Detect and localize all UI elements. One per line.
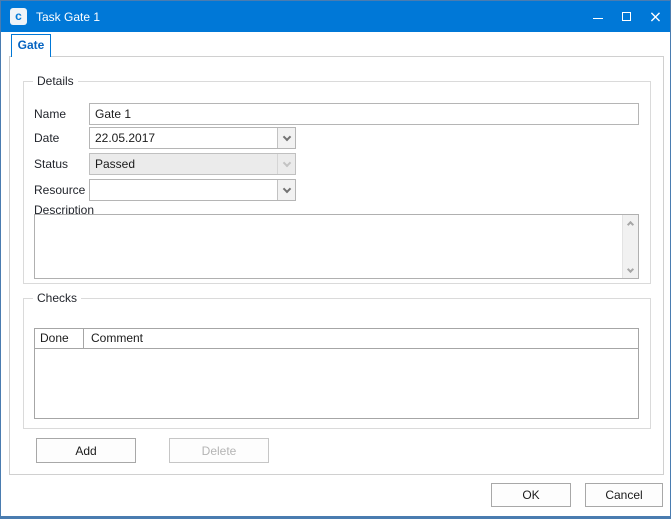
status-value: Passed (90, 154, 277, 174)
minimize-button[interactable] (583, 1, 612, 32)
minimize-icon (593, 18, 603, 19)
date-label: Date (34, 131, 59, 145)
description-scrollbar[interactable] (622, 215, 638, 278)
resource-combobox[interactable] (89, 179, 296, 201)
checks-group-label: Checks (33, 291, 81, 305)
details-group-label: Details (33, 74, 78, 88)
checks-table-header: Done Comment (35, 329, 638, 349)
resource-value (90, 180, 277, 200)
window-title: Task Gate 1 (36, 10, 100, 24)
checks-group: Checks Done Comment (23, 298, 651, 429)
column-header-comment[interactable]: Comment (84, 329, 638, 348)
tab-panel: Details Name Date 22.05.2017 Status Pass… (9, 56, 664, 475)
details-group: Details Name Date 22.05.2017 Status Pass… (23, 81, 651, 284)
name-label: Name (34, 107, 66, 121)
status-dropdown-button[interactable] (277, 154, 295, 174)
name-input[interactable] (89, 103, 639, 125)
close-button[interactable]: × (641, 1, 670, 32)
status-label: Status (34, 157, 68, 171)
cancel-button[interactable]: Cancel (585, 483, 663, 507)
window-controls: × (583, 1, 670, 32)
checks-table-body[interactable] (35, 350, 638, 418)
ok-button[interactable]: OK (491, 483, 571, 507)
chevron-down-icon (627, 265, 634, 272)
tab-gate[interactable]: Gate (11, 34, 51, 57)
date-combobox[interactable]: 22.05.2017 (89, 127, 296, 149)
dialog-window: c Task Gate 1 × Gate Details Name Date 2… (0, 0, 671, 519)
delete-button[interactable]: Delete (169, 438, 269, 463)
status-combobox[interactable]: Passed (89, 153, 296, 175)
date-dropdown-button[interactable] (277, 128, 295, 148)
description-field (34, 214, 639, 279)
chevron-up-icon (627, 220, 634, 227)
add-button[interactable]: Add (36, 438, 136, 463)
maximize-button[interactable] (612, 1, 641, 32)
scroll-down-button[interactable] (623, 263, 638, 278)
column-header-done[interactable]: Done (35, 329, 84, 348)
resource-label: Resource (34, 183, 85, 197)
description-textarea[interactable] (35, 215, 622, 278)
resource-dropdown-button[interactable] (277, 180, 295, 200)
chevron-down-icon (282, 158, 290, 166)
app-icon: c (10, 8, 27, 25)
date-value: 22.05.2017 (90, 128, 277, 148)
chevron-down-icon (282, 132, 290, 140)
close-icon: × (649, 9, 662, 25)
title-bar: c Task Gate 1 × (1, 1, 670, 32)
maximize-icon (622, 12, 631, 21)
chevron-down-icon (282, 184, 290, 192)
scroll-up-button[interactable] (623, 215, 638, 230)
checks-table[interactable]: Done Comment (34, 328, 639, 419)
